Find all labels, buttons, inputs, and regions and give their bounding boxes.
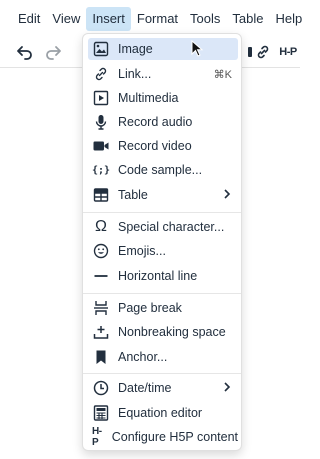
menu-item-table[interactable]: Table [88,184,238,206]
video-camera-icon [92,137,110,155]
menu-item-date-time[interactable]: Date/time [88,377,238,399]
insert-menu: Image Link... ⌘K Multimedia Record audio [82,33,242,451]
chevron-right-icon [222,188,232,202]
nonbreaking-space-icon [92,323,110,341]
table-icon [92,186,110,204]
multimedia-icon [92,89,110,107]
menu-separator [83,212,241,213]
menu-item-special-character[interactable]: Ω Special character... [88,216,238,238]
editor-frame: Edit View Insert Format Tools Table Help… [0,0,302,459]
menu-item-label: Date/time [118,381,172,395]
menu-item-nonbreaking-space[interactable]: Nonbreaking space [88,321,238,343]
menu-table[interactable]: Table [226,7,269,31]
mouse-cursor-icon [191,39,205,58]
menu-help[interactable]: Help [269,7,308,31]
menu-item-label: Emojis... [118,244,166,258]
menu-item-label: Record video [118,139,192,153]
menu-item-label: Anchor... [118,350,168,364]
link-icon[interactable] [252,41,274,63]
menu-format[interactable]: Format [131,7,184,31]
menu-item-label: Horizontal line [118,269,198,283]
microphone-icon [92,113,110,131]
menu-item-label: Code sample... [118,163,203,177]
h5p-icon: H-P [92,426,102,448]
omega-icon: Ω [95,218,107,235]
menu-item-label: Configure H5P content [111,430,238,444]
menu-item-emojis[interactable]: Emojis... [88,240,238,262]
redo-icon[interactable] [42,41,64,63]
h5p-icon[interactable]: H-P [277,41,299,63]
menu-item-label: Image [118,42,153,56]
menu-edit[interactable]: Edit [12,7,46,31]
menu-item-label: Special character... [118,220,225,234]
menu-tools[interactable]: Tools [184,7,226,31]
menu-item-code-sample[interactable]: {;} Code sample... [88,159,238,181]
calculator-icon [92,404,110,422]
menu-item-label: Equation editor [118,406,203,420]
menu-insert[interactable]: Insert [86,6,131,31]
menu-item-horizontal-line[interactable]: Horizontal line [88,265,238,287]
menu-separator [83,293,241,294]
page-break-icon [92,299,110,317]
menu-separator [83,373,241,374]
menu-item-label: Nonbreaking space [118,325,226,339]
horizontal-line-icon [92,267,110,285]
menu-item-link[interactable]: Link... ⌘K [88,63,238,85]
menu-item-record-audio[interactable]: Record audio [88,111,238,133]
shortcut-label: ⌘K [213,68,232,81]
link-icon [92,65,110,83]
menu-view[interactable]: View [46,7,86,31]
menu-item-multimedia[interactable]: Multimedia [88,87,238,109]
undo-icon[interactable] [14,41,36,63]
menu-item-label: Table [118,188,148,202]
menu-item-configure-h5p[interactable]: H-P Configure H5P content [88,426,238,448]
clock-icon [92,379,110,397]
menu-item-label: Multimedia [118,91,179,105]
menubar: Edit View Insert Format Tools Table Help [0,0,302,37]
code-icon: {;} [91,164,111,176]
menu-item-label: Link... [118,67,152,81]
menu-item-anchor[interactable]: Anchor... [88,346,238,368]
bookmark-icon [92,348,110,366]
menu-item-label: Page break [118,301,182,315]
menu-item-record-video[interactable]: Record video [88,135,238,157]
menu-item-label: Record audio [118,115,193,129]
chevron-right-icon [222,381,232,395]
image-icon [92,40,110,58]
menu-item-page-break[interactable]: Page break [88,297,238,319]
emoji-icon [92,242,110,260]
menu-item-equation-editor[interactable]: Equation editor [88,402,238,424]
menu-item-image[interactable]: Image [88,38,238,60]
